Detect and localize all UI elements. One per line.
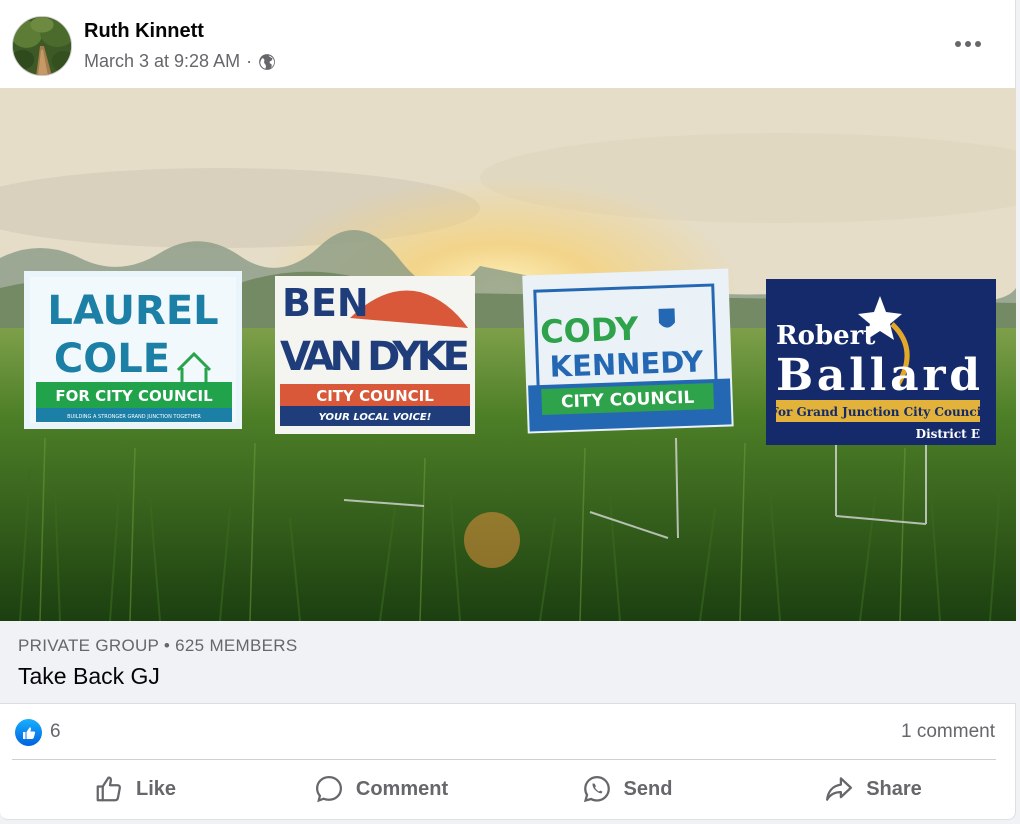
post-image[interactable]: LAUREL COLE FOR CITY COUNCIL BUILDING A … xyxy=(0,88,1016,621)
comment-button[interactable]: Comment xyxy=(258,760,504,818)
svg-text:Robert: Robert xyxy=(776,321,875,351)
svg-text:LAUREL: LAUREL xyxy=(47,288,218,334)
post-header: Ruth Kinnett March 3 at 9:28 AM · xyxy=(0,0,1016,88)
author-name[interactable]: Ruth Kinnett xyxy=(84,20,204,43)
sign-robert-ballard: Robert Ballard For Grand Junction City C… xyxy=(766,279,996,445)
reactions-bar: 6 1 comment xyxy=(0,704,1016,760)
comment-icon xyxy=(315,775,342,803)
sign-cody-kennedy: CODY KENNEDY CITY COUNCIL xyxy=(522,268,734,434)
svg-text:KENNEDY: KENNEDY xyxy=(549,344,705,383)
post-actions: Like Comment Send Share xyxy=(12,760,996,818)
more-dot xyxy=(965,41,971,47)
more-options-icon[interactable] xyxy=(948,26,988,62)
svg-text:VAN DYKE: VAN DYKE xyxy=(280,334,470,380)
globe-icon[interactable] xyxy=(258,53,276,71)
feed-post: Ruth Kinnett March 3 at 9:28 AM · LAUREL… xyxy=(0,0,1016,820)
comment-label: Comment xyxy=(355,777,449,800)
meta-separator: · xyxy=(246,51,253,71)
like-reaction-icon[interactable] xyxy=(15,719,42,746)
svg-text:CITY COUNCIL: CITY COUNCIL xyxy=(316,387,434,405)
svg-text:Ballard: Ballard xyxy=(776,350,980,401)
sign-laurel-cole: LAUREL COLE FOR CITY COUNCIL BUILDING A … xyxy=(24,271,242,429)
post-meta: March 3 at 9:28 AM · xyxy=(84,51,276,72)
like-button[interactable]: Like xyxy=(12,760,258,818)
author-avatar[interactable] xyxy=(12,16,72,76)
svg-text:BEN: BEN xyxy=(282,281,369,325)
post-timestamp[interactable]: March 3 at 9:28 AM xyxy=(84,51,240,72)
more-dot xyxy=(975,41,981,47)
svg-text:YOUR LOCAL VOICE!: YOUR LOCAL VOICE! xyxy=(319,412,432,423)
share-label: Share xyxy=(866,777,922,800)
more-dot xyxy=(955,41,961,47)
like-label: Like xyxy=(135,777,177,800)
svg-text:BUILDING A STRONGER GRAND JUNC: BUILDING A STRONGER GRAND JUNCTION TOGET… xyxy=(67,414,201,420)
sign-ben-van-dyke: BEN VAN DYKE CITY COUNCIL YOUR LOCAL VOI… xyxy=(275,276,475,434)
svg-text:COLE: COLE xyxy=(54,336,170,382)
thumbs-up-icon xyxy=(96,776,121,802)
send-button[interactable]: Send xyxy=(504,760,750,818)
group-meta: PRIVATE GROUP • 625 MEMBERS xyxy=(18,636,298,655)
svg-text:FOR CITY COUNCIL: FOR CITY COUNCIL xyxy=(55,387,213,405)
whatsapp-icon xyxy=(583,775,610,803)
svg-text:CODY: CODY xyxy=(540,310,640,351)
like-count[interactable]: 6 xyxy=(50,721,61,743)
comment-count[interactable]: 1 comment xyxy=(901,721,995,743)
svg-text:District E: District E xyxy=(916,427,980,441)
group-attachment[interactable]: PRIVATE GROUP • 625 MEMBERS Take Back GJ xyxy=(0,621,1016,704)
share-icon xyxy=(826,777,853,801)
send-label: Send xyxy=(623,777,673,800)
svg-text:For Grand Junction City Counci: For Grand Junction City Council xyxy=(770,405,986,419)
group-name[interactable]: Take Back GJ xyxy=(18,663,160,690)
share-button[interactable]: Share xyxy=(750,760,996,818)
